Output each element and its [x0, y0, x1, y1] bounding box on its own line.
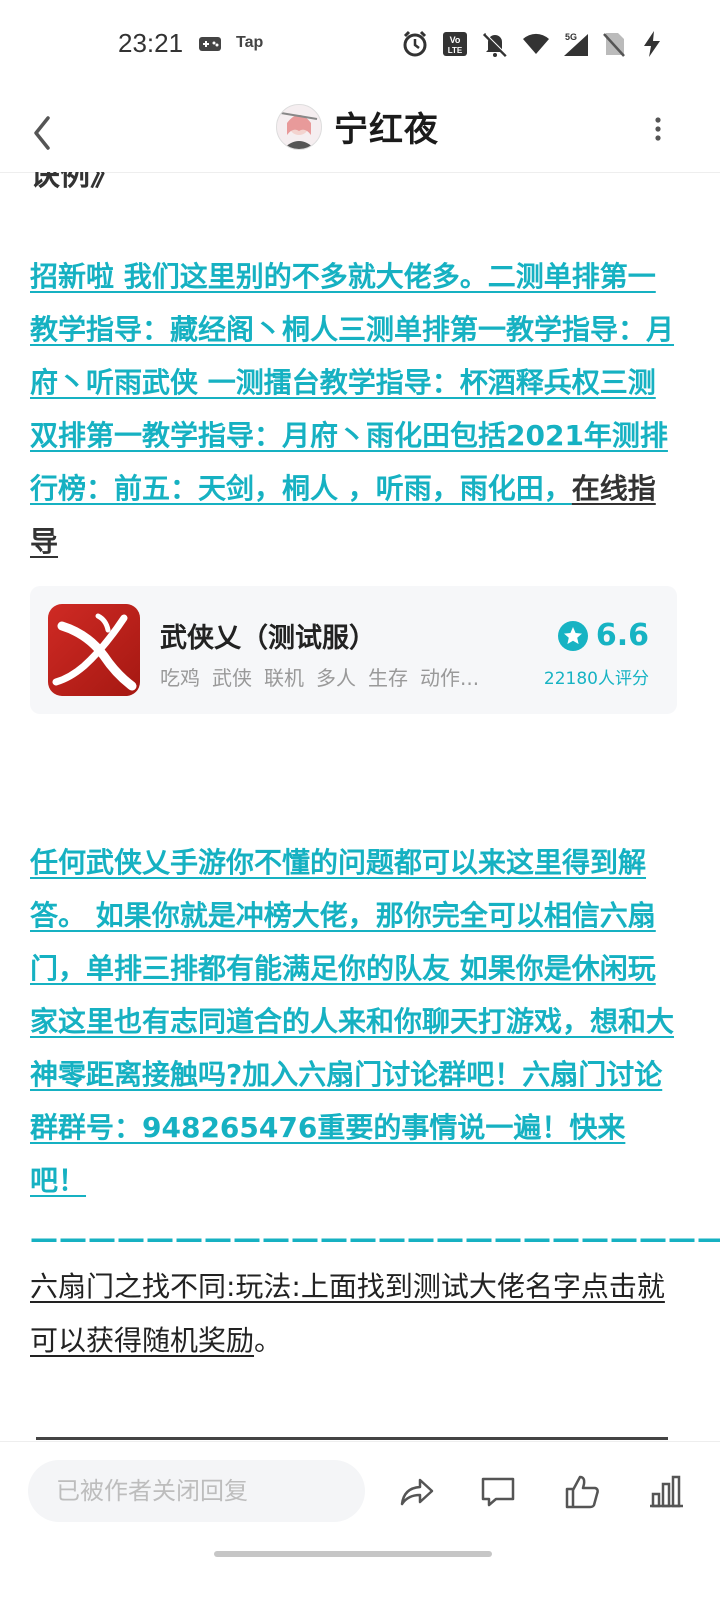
group-paragraph: 任何武侠乂手游你不懂的问题都可以来这里得到解答。 如果你就是冲榜大佬，那你完全可… [30, 836, 680, 1207]
cut-off-divider [36, 1437, 668, 1440]
bottom-bar [0, 1441, 720, 1542]
chevron-left-icon [34, 116, 50, 150]
tap-label: Tap [236, 34, 264, 51]
gamepad-icon [198, 34, 222, 58]
avatar[interactable] [276, 103, 322, 150]
game-link[interactable]: 六扇门之找不同:玩法:上面找到测试大佬名字点击就可以获得随机奖励 [30, 1270, 665, 1357]
more-button[interactable] [644, 110, 672, 154]
back-button[interactable] [24, 106, 64, 156]
rating-count: 22180人评分 [543, 669, 649, 689]
status-bar: 23:21 Tap Vo LTE 5G [0, 0, 720, 90]
alarm-icon [402, 30, 428, 58]
app-tag: 生存 [368, 666, 408, 690]
app-tag: 多人 [316, 666, 356, 690]
app-tag: 动作... [420, 666, 480, 690]
like-icon[interactable] [562, 1472, 602, 1512]
svg-text:LTE: LTE [448, 46, 463, 55]
recruit-link[interactable]: 招新啦 我们这里别的不多就大佬多。二测单排第一教学指导：藏经阁丶桐人三测单排第一… [30, 260, 674, 505]
header-user[interactable]: 宁红夜 [276, 102, 439, 151]
page-title: 宁红夜 [334, 110, 439, 150]
reply-input[interactable] [28, 1460, 365, 1522]
charging-icon [642, 30, 668, 58]
app-header: 宁红夜 [0, 90, 720, 173]
volte-icon: Vo LTE [442, 30, 468, 58]
app-tags: 吃鸡 武侠 联机 多人 生存 动作... [160, 662, 491, 691]
game-paragraph: 六扇门之找不同:玩法:上面找到测试大佬名字点击就可以获得随机奖励。 [30, 1260, 680, 1368]
no-sim-icon [602, 30, 628, 58]
post-content: 诀例》 招新啦 我们这里别的不多就大佬多。二测单排第一教学指导：藏经阁丶桐人三测… [0, 172, 720, 1442]
paragraph-end: 。 [254, 1324, 283, 1357]
home-indicator[interactable] [214, 1551, 492, 1557]
app-card[interactable]: 武侠乂（测试服） 吃鸡 武侠 联机 多人 生存 动作... 6.6 22180人评分 [30, 586, 677, 714]
divider-dashes: ———————————————————————— [30, 1222, 720, 1255]
star-icon [557, 620, 588, 651]
signal-5g-icon: 5G [562, 30, 588, 58]
stats-icon[interactable] [646, 1472, 686, 1512]
status-time: 23:21 [118, 28, 184, 58]
group-link[interactable]: 任何武侠乂手游你不懂的问题都可以来这里得到解答。 如果你就是冲榜大佬，那你完全可… [30, 846, 674, 1197]
mute-icon [482, 30, 509, 58]
cut-off-text: 诀例》 [30, 172, 120, 193]
svg-text:Vo: Vo [450, 35, 461, 45]
more-vertical-icon [655, 117, 661, 141]
share-icon[interactable] [396, 1472, 436, 1512]
app-tag: 武侠 [212, 666, 252, 690]
recruit-paragraph: 招新啦 我们这里别的不多就大佬多。二测单排第一教学指导：藏经阁丶桐人三测单排第一… [30, 250, 680, 568]
app-tag: 联机 [264, 666, 304, 690]
wifi-icon [522, 30, 549, 58]
rating-score: 6.6 [595, 618, 649, 653]
app-tag: 吃鸡 [160, 666, 200, 690]
rating: 6.6 [557, 618, 649, 653]
comment-icon[interactable] [478, 1472, 518, 1512]
svg-text:5G: 5G [565, 32, 577, 42]
app-name: 武侠乂（测试服） [160, 623, 376, 654]
app-icon[interactable] [48, 604, 140, 696]
